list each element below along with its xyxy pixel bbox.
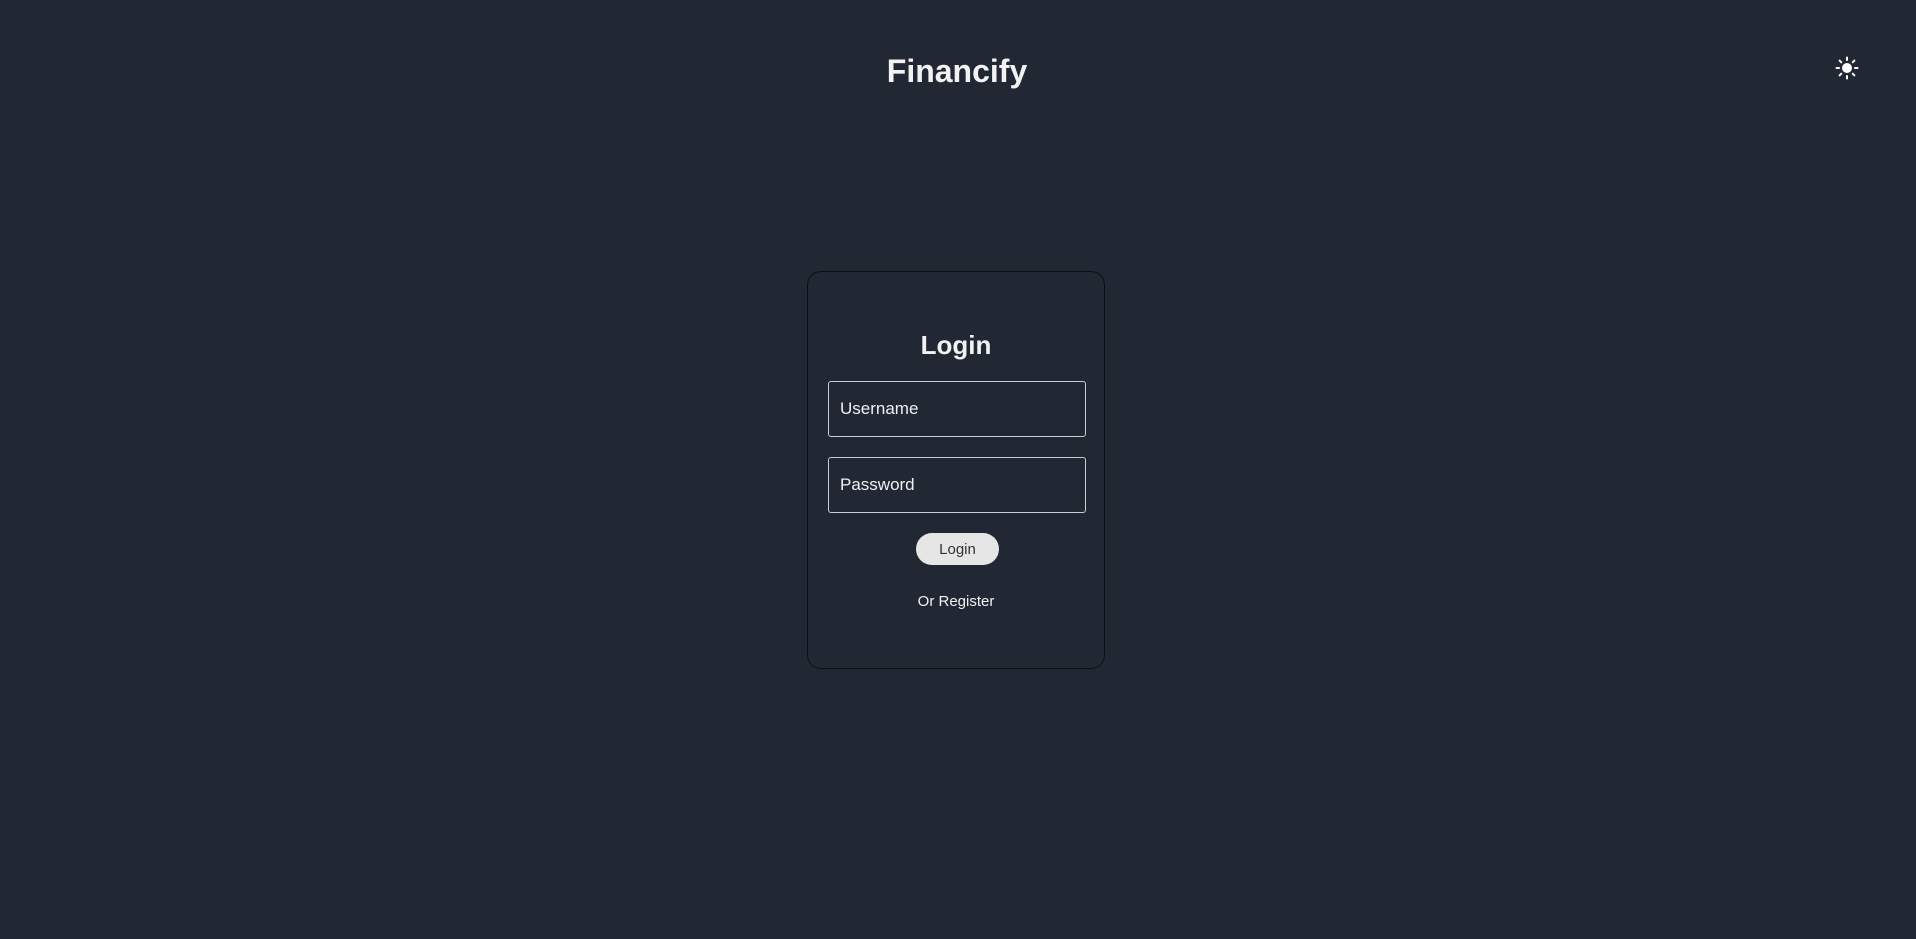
- login-button[interactable]: Login: [916, 533, 999, 565]
- username-input[interactable]: [828, 381, 1086, 437]
- app-title: Financify: [886, 53, 1028, 89]
- password-input[interactable]: [828, 457, 1086, 513]
- register-link[interactable]: Or Register: [808, 592, 1104, 612]
- sun-icon: [1835, 56, 1859, 80]
- login-title: Login: [920, 330, 992, 360]
- theme-toggle-button[interactable]: [1834, 55, 1860, 81]
- login-card: Login Login Or Register: [807, 271, 1105, 669]
